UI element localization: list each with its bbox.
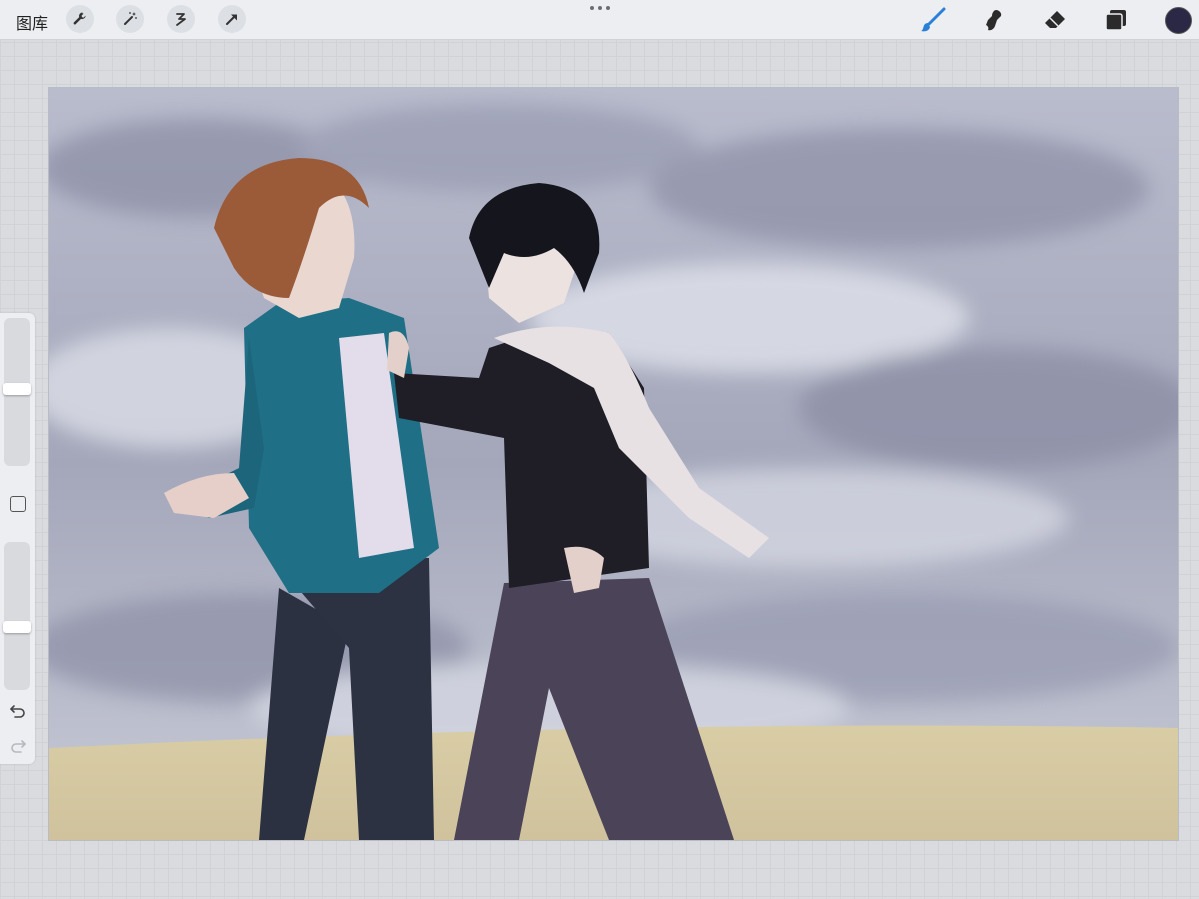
layers-icon xyxy=(1105,10,1126,31)
smudge-icon xyxy=(986,10,1002,31)
selection-icon xyxy=(176,13,186,26)
brush-size-slider[interactable] xyxy=(3,318,31,466)
color-picker-button[interactable] xyxy=(1165,7,1192,34)
redo-icon[interactable] xyxy=(9,738,27,754)
actions-button[interactable] xyxy=(66,5,94,33)
modify-button[interactable] xyxy=(10,496,26,512)
transform-button[interactable] xyxy=(218,5,246,33)
more-options-handle[interactable] xyxy=(588,2,612,14)
opacity-thumb[interactable] xyxy=(3,620,31,633)
top-toolbar: 图库 xyxy=(0,0,1199,40)
erase-tool-button[interactable] xyxy=(1041,6,1069,34)
opacity-slider[interactable] xyxy=(3,542,31,690)
undo-icon[interactable] xyxy=(9,703,27,719)
wrench-icon xyxy=(73,12,86,25)
artwork-illustration xyxy=(49,88,1178,840)
paint-tool-button[interactable] xyxy=(919,6,947,34)
gallery-button[interactable]: 图库 xyxy=(16,10,48,34)
eraser-icon xyxy=(1045,11,1065,28)
drawing-canvas[interactable] xyxy=(48,87,1179,841)
brush-icon xyxy=(921,7,946,32)
selection-button[interactable] xyxy=(167,5,195,33)
brush-size-thumb[interactable] xyxy=(3,383,31,396)
magic-wand-icon xyxy=(124,12,137,25)
transform-arrow-icon xyxy=(226,14,237,25)
layers-button[interactable] xyxy=(1102,6,1130,34)
smudge-tool-button[interactable] xyxy=(979,6,1007,34)
left-sidebar xyxy=(0,313,35,764)
adjustments-button[interactable] xyxy=(116,5,144,33)
